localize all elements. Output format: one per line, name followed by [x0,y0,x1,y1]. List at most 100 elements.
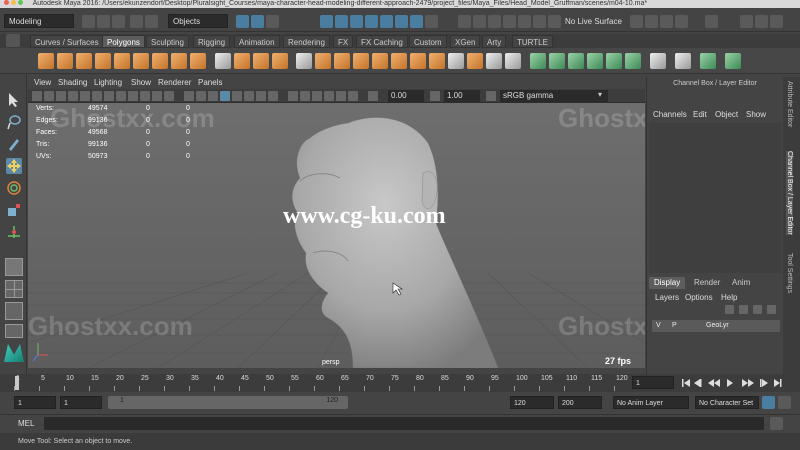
gamma-field[interactable]: 1.00 [444,90,480,102]
ambient-occlusion-icon[interactable] [312,91,322,101]
select-joints-icon[interactable] [335,15,348,28]
resolution-gate-icon[interactable] [116,91,126,101]
scale-tool-icon[interactable] [6,202,22,218]
image-plane-icon[interactable] [68,91,78,101]
panel-menu-lighting[interactable]: Lighting [94,78,122,87]
object-mode-icon[interactable] [251,15,264,28]
boolean-icon[interactable] [272,53,288,69]
end-time-field[interactable]: 200 [558,396,602,409]
wireframe-icon[interactable] [184,91,194,101]
playback-buttons-icon[interactable] [680,377,796,389]
auto-key-icon[interactable] [762,396,775,409]
snap-grid-icon[interactable] [458,15,471,28]
checker-icon[interactable] [650,53,666,69]
render-settings-icon[interactable] [675,15,688,28]
tab-display[interactable]: Display [649,277,686,289]
layer-row[interactable]: V P GeoLyr [652,320,780,332]
xray-joints-icon[interactable] [300,91,310,101]
shelf-tab-fx[interactable]: FX [333,35,354,48]
tab-channel-box[interactable]: Channel Box / Layer Editor [786,151,793,235]
film-gate-icon[interactable] [104,91,114,101]
snap-curve-icon[interactable] [473,15,486,28]
multi-cut-icon[interactable] [448,53,464,69]
layer-visibility-toggle[interactable]: V [656,320,661,332]
current-frame-field[interactable]: 1 [632,376,674,389]
minimize-window-icon[interactable] [11,0,16,5]
layer-name[interactable]: GeoLyr [706,320,729,332]
append-polygon-icon[interactable] [391,53,407,69]
help-menu[interactable]: Help [721,293,737,302]
fill-hole-icon[interactable] [372,53,388,69]
shelf-tab-turtle[interactable]: TURTLE [512,35,553,48]
poly-cylinder-icon[interactable] [76,53,92,69]
panel-menu-panels[interactable]: Panels [198,78,222,87]
bevel-icon[interactable] [353,53,369,69]
chevron-down-icon[interactable]: ▾ [598,90,602,99]
layer-playback-toggle[interactable]: P [672,320,677,332]
smooth-icon[interactable] [253,53,269,69]
combine-icon[interactable] [215,53,231,69]
select-camera-icon[interactable] [32,91,42,101]
gamma-icon[interactable] [430,91,440,101]
mel-label[interactable]: MEL [18,419,34,428]
shadows-icon[interactable] [256,91,266,101]
live-surface-label[interactable]: No Live Surface [565,17,622,26]
camera-attributes-icon[interactable] [44,91,54,101]
mesh-tools-icon[interactable] [700,53,716,69]
dice-icon[interactable] [675,53,691,69]
hierarchy-mode-icon[interactable] [236,15,249,28]
edge-loop-icon[interactable] [467,53,483,69]
component-mode-icon[interactable] [266,15,279,28]
poly-plane-icon[interactable] [133,53,149,69]
redo-icon[interactable] [145,15,158,28]
toggle-tool-settings-icon[interactable] [770,15,783,28]
shelf-tab-rendering[interactable]: Rendering [283,35,330,48]
range-slider[interactable]: 1 120 [108,396,348,409]
new-scene-icon[interactable] [82,15,95,28]
panel-menu-renderer[interactable]: Renderer [158,78,191,87]
textured-icon[interactable] [232,91,242,101]
super-shape-icon[interactable] [190,53,206,69]
single-perspective-layout-icon[interactable] [5,258,23,276]
merge-icon[interactable] [410,53,426,69]
separate-icon[interactable] [234,53,250,69]
shelf-tab-curves-surfaces[interactable]: Curves / Surfaces [30,35,104,48]
rotate-tool-icon[interactable] [6,180,22,196]
snap-view-plane-icon[interactable] [503,15,516,28]
spherical-map-icon[interactable] [587,53,603,69]
save-scene-icon[interactable] [112,15,125,28]
character-set-dropdown[interactable]: No Character Set [695,396,759,409]
paint-select-tool-icon[interactable] [6,136,22,152]
last-tool-icon[interactable] [6,224,22,240]
poly-torus-icon[interactable] [114,53,130,69]
menu-object[interactable]: Object [715,110,738,119]
lasso-tool-icon[interactable] [6,114,22,130]
snap-live-icon[interactable] [518,15,531,28]
anti-aliasing-icon[interactable] [336,91,346,101]
mirror-icon[interactable] [296,53,312,69]
shelf-tab-animation[interactable]: Animation [234,35,280,48]
field-chart-icon[interactable] [140,91,150,101]
time-slider[interactable]: 1510152025303540455055606570758085909510… [0,374,800,392]
gate-mask-icon[interactable] [128,91,138,101]
shelf-tab-polygons[interactable]: Polygons [102,35,145,48]
start-time-field[interactable]: 1 [14,396,56,409]
hypershade-icon[interactable] [705,15,718,28]
layer-up-icon[interactable] [725,305,734,314]
undo-icon[interactable] [130,15,143,28]
select-misc-icon[interactable] [425,15,438,28]
select-handles-icon[interactable] [320,15,333,28]
shelf-tab-arty[interactable]: Arty [482,35,507,48]
options-menu[interactable]: Options [685,293,713,302]
panel-menu-show[interactable]: Show [131,78,151,87]
wireframe-on-shaded-icon[interactable] [220,91,230,101]
select-dynamics-icon[interactable] [395,15,408,28]
playback-end-field[interactable]: 120 [510,396,554,409]
tab-anim[interactable]: Anim [727,277,755,289]
layer-color-swatch[interactable] [688,320,700,332]
poly-cone-icon[interactable] [95,53,111,69]
four-view-layout-icon[interactable] [5,280,23,298]
history-icon[interactable] [548,15,561,28]
shelf-tab-sculpting[interactable]: Sculpting [146,35,189,48]
default-material-icon[interactable] [208,91,218,101]
